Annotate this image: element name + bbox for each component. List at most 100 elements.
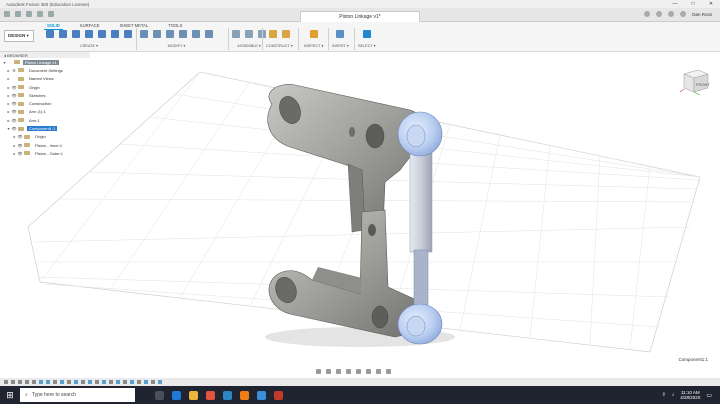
- app-icon[interactable]: [274, 390, 283, 400]
- tree-node[interactable]: ▸ 👁 Piston - Outer:1: [0, 149, 90, 157]
- display-settings-icon[interactable]: [366, 369, 371, 374]
- piston-inner[interactable]: [413, 249, 429, 313]
- app-icon[interactable]: [257, 390, 266, 400]
- start-button[interactable]: ⊞: [0, 386, 20, 404]
- new-component-icon[interactable]: [232, 30, 240, 38]
- visibility-icon[interactable]: 👁: [11, 118, 17, 123]
- timeline-prev-icon[interactable]: [11, 380, 15, 384]
- notifications-icon[interactable]: [668, 11, 675, 17]
- expand-arrow-icon[interactable]: ▸: [6, 76, 11, 81]
- timeline-feature-icon[interactable]: [67, 380, 71, 384]
- undo-icon[interactable]: [37, 11, 43, 17]
- timeline-first-icon[interactable]: [4, 380, 8, 384]
- tree-node[interactable]: ▸ 👁 Origin: [0, 133, 90, 141]
- shell-icon[interactable]: [179, 30, 187, 38]
- volume-icon[interactable]: ♪: [672, 392, 675, 398]
- viewport-canvas[interactable]: [0, 52, 720, 374]
- joint-icon[interactable]: [245, 30, 253, 38]
- help-icon[interactable]: [680, 11, 687, 17]
- taskbar-search[interactable]: ⌕ Type here to search: [20, 388, 135, 402]
- user-name[interactable]: Dan Ross: [692, 12, 712, 17]
- viewports-icon[interactable]: [386, 369, 391, 374]
- assemble-group[interactable]: ASSEMBLE ▾: [232, 30, 266, 48]
- maximize-button[interactable]: □: [684, 0, 702, 8]
- visibility-icon[interactable]: 👁: [11, 101, 17, 106]
- timeline-last-icon[interactable]: [32, 380, 36, 384]
- data-panel-icon[interactable]: [4, 11, 10, 17]
- tree-node[interactable]: ▸ 👁 Arm (1):1: [0, 108, 90, 116]
- visibility-icon[interactable]: 👁: [11, 126, 17, 131]
- edge-icon[interactable]: [172, 390, 181, 400]
- workspace-switcher[interactable]: DESIGN ▾: [4, 30, 34, 42]
- expand-arrow-icon[interactable]: ▾: [2, 60, 7, 65]
- file-explorer-icon[interactable]: [189, 390, 198, 400]
- insert-group[interactable]: INSERT ▾: [332, 30, 349, 48]
- measure-icon[interactable]: [309, 30, 318, 38]
- insert-menu[interactable]: INSERT ▾: [332, 43, 349, 48]
- tree-node-active-component[interactable]: ▾ 👁 Component1:1: [0, 124, 90, 132]
- select-group[interactable]: SELECT ▾: [358, 30, 376, 48]
- form-icon[interactable]: [124, 30, 132, 38]
- grid-settings-icon[interactable]: [376, 369, 381, 374]
- network-icon[interactable]: ⇪: [662, 392, 666, 398]
- close-button[interactable]: ✕: [702, 0, 720, 8]
- view-cube[interactable]: FRONT: [678, 62, 712, 98]
- inspect-group[interactable]: INSPECT ▾: [304, 30, 323, 48]
- timeline-feature-icon[interactable]: [81, 380, 85, 384]
- notification-center-icon[interactable]: ▭: [706, 392, 712, 399]
- timeline-feature-icon[interactable]: [137, 380, 141, 384]
- move-icon[interactable]: [205, 30, 213, 38]
- tree-node[interactable]: ▸ ⚙ Document Settings: [0, 66, 90, 74]
- visibility-icon[interactable]: 👁: [11, 109, 17, 114]
- modify-menu[interactable]: MODIFY ▾: [168, 43, 186, 48]
- add-tab-icon[interactable]: [644, 11, 651, 17]
- visibility-icon[interactable]: 👁: [17, 151, 23, 156]
- tree-node[interactable]: ▸ 👁 Origin: [0, 83, 90, 91]
- minimize-button[interactable]: —: [666, 0, 684, 8]
- timeline-feature-icon[interactable]: [109, 380, 113, 384]
- settings-icon[interactable]: ⚙: [11, 68, 17, 73]
- construct-menu[interactable]: CONSTRUCT ▾: [266, 43, 293, 48]
- inspect-menu[interactable]: INSPECT ▾: [304, 43, 323, 48]
- zoom-icon[interactable]: [346, 369, 351, 374]
- visibility-icon[interactable]: 👁: [17, 134, 23, 139]
- create-menu[interactable]: CREATE ▾: [80, 43, 98, 48]
- redo-icon[interactable]: [48, 11, 54, 17]
- upper-arm[interactable]: [267, 84, 426, 233]
- orbit-icon[interactable]: [316, 369, 321, 374]
- timeline-feature-icon[interactable]: [88, 380, 92, 384]
- timeline-feature-icon[interactable]: [130, 380, 134, 384]
- timeline-play-icon[interactable]: [18, 380, 22, 384]
- timeline-feature-icon[interactable]: [53, 380, 57, 384]
- timeline-feature-icon[interactable]: [123, 380, 127, 384]
- tab-surface[interactable]: SURFACE: [77, 22, 103, 30]
- tree-node[interactable]: ▸ 👁 Arm:1: [0, 116, 90, 124]
- timeline-feature-icon[interactable]: [39, 380, 43, 384]
- hole-icon[interactable]: [85, 30, 93, 38]
- box-icon[interactable]: [111, 30, 119, 38]
- timeline-feature-icon[interactable]: [95, 380, 99, 384]
- tree-node[interactable]: ▸ Named Views: [0, 75, 90, 83]
- insert-icon[interactable]: [336, 30, 345, 38]
- combine-icon[interactable]: [192, 30, 200, 38]
- timeline-feature-icon[interactable]: [60, 380, 64, 384]
- fusion-360-icon[interactable]: [240, 390, 249, 400]
- save-icon[interactable]: [26, 11, 32, 17]
- modify-group[interactable]: MODIFY ▾: [140, 30, 213, 48]
- file-menu-icon[interactable]: [15, 11, 21, 17]
- timeline-feature-icon[interactable]: [116, 380, 120, 384]
- visibility-icon[interactable]: 👁: [11, 93, 17, 98]
- revolve-icon[interactable]: [72, 30, 80, 38]
- timeline-feature-icon[interactable]: [102, 380, 106, 384]
- look-at-icon[interactable]: [326, 369, 331, 374]
- task-view-icon[interactable]: [155, 390, 164, 400]
- timeline-feature-icon[interactable]: [158, 380, 162, 384]
- axis-icon[interactable]: [281, 30, 290, 38]
- construct-group[interactable]: CONSTRUCT ▾: [266, 30, 293, 48]
- timeline-feature-icon[interactable]: [46, 380, 50, 384]
- timeline-feature-icon[interactable]: [74, 380, 78, 384]
- fit-icon[interactable]: [356, 369, 361, 374]
- timeline-feature-icon[interactable]: [151, 380, 155, 384]
- canvas-viewport[interactable]: FRONT: [0, 52, 720, 374]
- extrude-icon[interactable]: [59, 30, 67, 38]
